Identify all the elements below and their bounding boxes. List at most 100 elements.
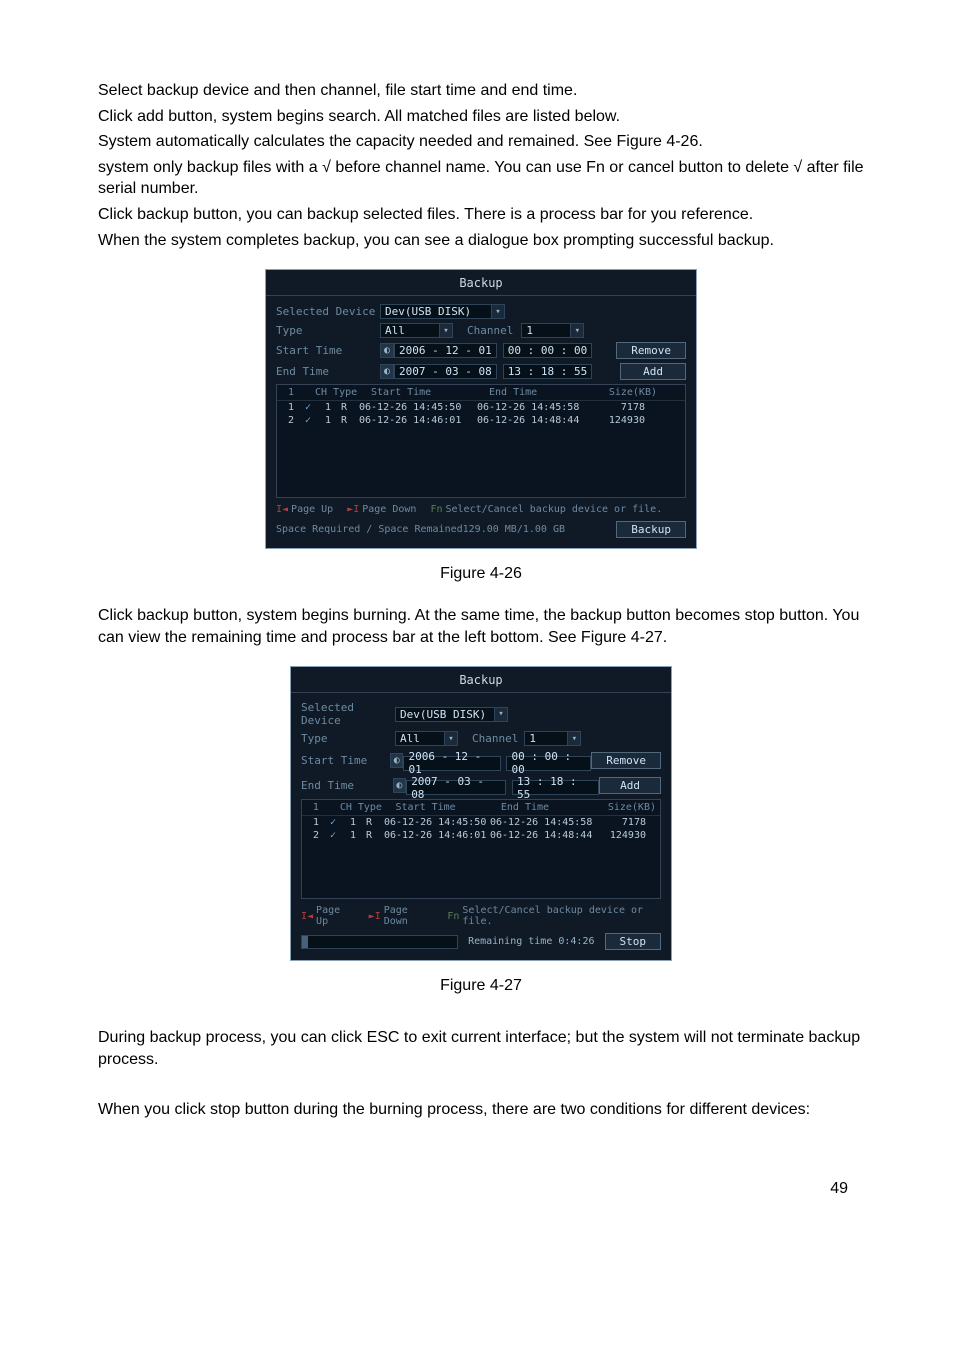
body-text: System automatically calculates the capa…: [98, 131, 864, 153]
col-start: Start Time: [371, 387, 489, 398]
col-chtype: CH Type: [340, 802, 396, 813]
cell-size: 7178: [595, 402, 645, 413]
col-size: Size(KB): [606, 802, 656, 813]
end-date-field[interactable]: 2007 - 03 - 08: [394, 364, 497, 379]
pager-hint: І◄ Page Up ►І Page Down Fn Select/Cancel…: [276, 504, 686, 515]
channel-value: 1: [521, 323, 571, 338]
add-button[interactable]: Add: [599, 777, 661, 794]
device-select[interactable]: Dev(USB DISK) ▾: [395, 707, 508, 722]
label-start-time: Start Time: [276, 344, 380, 357]
list-item[interactable]: 2 ✓ 1 R 06-12-26 14:46:01 06-12-26 14:48…: [302, 829, 660, 842]
remove-button[interactable]: Remove: [616, 342, 686, 359]
check-icon: ✓: [301, 415, 315, 426]
calendar-icon[interactable]: ◐: [380, 364, 394, 379]
device-value: Dev(USB DISK): [380, 304, 492, 319]
cell-idx: 1: [281, 402, 301, 413]
cell-start: 06-12-26 14:46:01: [359, 415, 477, 426]
body-text: Click backup button, you can backup sele…: [98, 204, 864, 226]
cell-ch: 1: [315, 415, 341, 426]
cell-start: 06-12-26 14:45:50: [384, 817, 490, 828]
chevron-down-icon: ▾: [491, 304, 505, 319]
body-text: When the system completes backup, you ca…: [98, 230, 864, 252]
cell-size: 7178: [596, 817, 646, 828]
progress-fill: [302, 936, 308, 948]
label-selected-device: Selected Device: [276, 305, 380, 318]
check-icon: ✓: [326, 830, 340, 841]
figure-caption: Figure 4-27: [98, 977, 864, 995]
end-time-field[interactable]: 13 : 18 : 55: [503, 364, 592, 379]
fn-label: Fn: [447, 911, 459, 922]
calendar-icon[interactable]: ◐: [380, 343, 394, 358]
cell-end: 06-12-26 14:45:58: [477, 402, 595, 413]
body-text: During backup process, you can click ESC…: [98, 1027, 864, 1070]
cell-idx: 2: [281, 415, 301, 426]
check-icon: ✓: [326, 817, 340, 828]
channel-select[interactable]: 1 ▾: [524, 731, 581, 746]
dialog-title: Backup: [291, 667, 671, 693]
col-start: Start Time: [396, 802, 501, 813]
page-up-icon: І◄: [301, 911, 313, 922]
stop-button[interactable]: Stop: [605, 933, 662, 950]
progress-bar: [301, 935, 458, 949]
cell-type: R: [366, 830, 384, 841]
label-channel: Channel: [467, 324, 513, 337]
type-select[interactable]: All ▾: [380, 323, 453, 338]
remaining-time: Remaining time 0:4:26: [468, 936, 594, 947]
col-index: 1: [306, 802, 326, 813]
list-item[interactable]: 2 ✓ 1 R 06-12-26 14:46:01 06-12-26 14:48…: [277, 414, 685, 427]
start-date-field[interactable]: 2006 - 12 - 01: [403, 756, 500, 771]
cell-end: 06-12-26 14:45:58: [490, 817, 596, 828]
cell-end: 06-12-26 14:48:44: [490, 830, 596, 841]
col-index: 1: [281, 387, 301, 398]
page-down-label: Page Down: [362, 504, 416, 515]
check-icon: ✓: [301, 402, 315, 413]
body-text: Click add button, system begins search. …: [98, 106, 864, 128]
start-date-field[interactable]: 2006 - 12 - 01: [394, 343, 497, 358]
backup-button[interactable]: Backup: [616, 521, 686, 538]
pager-hint: І◄ Page Up ►І Page Down Fn Select/Cancel…: [301, 905, 661, 927]
col-chtype: CH Type: [315, 387, 371, 398]
backup-dialog: Backup Selected Device Dev(USB DISK) ▾ T…: [265, 269, 697, 549]
cell-type: R: [366, 817, 384, 828]
list-header: 1 CH Type Start Time End Time Size(KB): [302, 800, 660, 816]
start-time-field[interactable]: 00 : 00 : 00: [503, 343, 592, 358]
cell-size: 124930: [595, 415, 645, 426]
file-list: 1 CH Type Start Time End Time Size(KB) 1…: [301, 799, 661, 899]
label-type: Type: [301, 732, 395, 745]
col-end: End Time: [489, 387, 607, 398]
chevron-down-icon: ▾: [570, 323, 584, 338]
label-selected-device: Selected Device: [301, 701, 395, 727]
cell-end: 06-12-26 14:48:44: [477, 415, 595, 426]
start-time-field[interactable]: 00 : 00 : 00: [506, 756, 591, 771]
cell-start: 06-12-26 14:45:50: [359, 402, 477, 413]
label-end-time: End Time: [301, 779, 393, 792]
device-value: Dev(USB DISK): [395, 707, 495, 722]
cell-size: 124930: [596, 830, 646, 841]
channel-select[interactable]: 1 ▾: [521, 323, 584, 338]
page-down-icon: ►І: [369, 911, 381, 922]
body-text: Select backup device and then channel, f…: [98, 80, 864, 102]
calendar-icon[interactable]: ◐: [393, 778, 407, 793]
end-date-field[interactable]: 2007 - 03 - 08: [406, 780, 506, 795]
list-item[interactable]: 1 ✓ 1 R 06-12-26 14:45:50 06-12-26 14:45…: [302, 816, 660, 829]
device-select[interactable]: Dev(USB DISK) ▾: [380, 304, 505, 319]
list-item[interactable]: 1 ✓ 1 R 06-12-26 14:45:50 06-12-26 14:45…: [277, 401, 685, 414]
end-time-field[interactable]: 13 : 18 : 55: [512, 780, 599, 795]
page-up-label: Page Up: [291, 504, 333, 515]
label-type: Type: [276, 324, 380, 337]
calendar-icon[interactable]: ◐: [390, 753, 403, 768]
col-size: Size(KB): [607, 387, 657, 398]
type-select[interactable]: All ▾: [395, 731, 458, 746]
figure-caption: Figure 4-26: [98, 565, 864, 583]
body-text: Click backup button, system begins burni…: [98, 605, 864, 648]
cell-idx: 1: [306, 817, 326, 828]
cell-ch: 1: [340, 817, 366, 828]
add-button[interactable]: Add: [620, 363, 686, 380]
page-down-icon: ►І: [347, 504, 359, 515]
cell-ch: 1: [340, 830, 366, 841]
remove-button[interactable]: Remove: [591, 752, 661, 769]
fn-label: Fn: [430, 504, 442, 515]
chevron-down-icon: ▾: [567, 731, 581, 746]
dialog-title: Backup: [266, 270, 696, 296]
page-number: 49: [98, 1180, 864, 1198]
